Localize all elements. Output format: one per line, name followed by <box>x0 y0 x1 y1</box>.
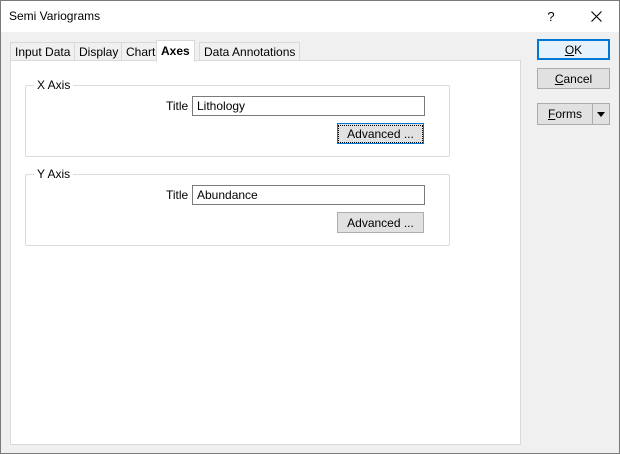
ok-label: OK <box>564 42 583 57</box>
y-axis-group-label: Y Axis <box>34 167 74 181</box>
tab-input-data[interactable]: Input Data <box>10 42 76 61</box>
close-button[interactable] <box>581 1 611 32</box>
forms-label: Forms <box>547 107 582 121</box>
ok-button[interactable]: OK <box>537 39 610 60</box>
x-axis-title-label: Title <box>166 99 189 113</box>
y-axis-advanced-button[interactable]: Advanced ... <box>337 212 424 233</box>
x-axis-advanced-button[interactable]: Advanced ... <box>337 123 424 144</box>
forms-dropdown-button[interactable] <box>593 104 609 124</box>
forms-split-button: Forms <box>537 103 610 125</box>
y-axis-title-label: Title <box>166 188 189 202</box>
x-axis-advanced-label: Advanced ... <box>338 124 423 143</box>
help-button[interactable]: ? <box>536 1 566 32</box>
chevron-down-icon <box>597 111 605 117</box>
semi-variograms-dialog: Semi Variograms ? Input Data Display Cha… <box>0 0 620 454</box>
y-axis-group: Y Axis Title Advanced ... <box>25 167 450 246</box>
tab-axes[interactable]: Axes <box>156 40 195 62</box>
close-icon <box>590 11 602 22</box>
x-axis-title-input[interactable] <box>192 96 425 116</box>
x-axis-group-label: X Axis <box>34 78 74 92</box>
cancel-label: Cancel <box>554 71 593 86</box>
tab-display[interactable]: Display <box>74 42 124 61</box>
title-bar: Semi Variograms ? <box>1 1 619 32</box>
cancel-button[interactable]: Cancel <box>537 68 610 89</box>
tab-data-annotations[interactable]: Data Annotations <box>199 42 301 61</box>
forms-button[interactable]: Forms <box>538 104 593 124</box>
axes-tab-panel: X Axis Title Advanced ... Y Axis Title A… <box>10 60 521 445</box>
window-title: Semi Variograms <box>9 9 101 23</box>
x-axis-group: X Axis Title Advanced ... <box>25 78 450 157</box>
y-axis-title-input[interactable] <box>192 185 425 205</box>
tab-chart[interactable]: Chart <box>121 42 161 61</box>
